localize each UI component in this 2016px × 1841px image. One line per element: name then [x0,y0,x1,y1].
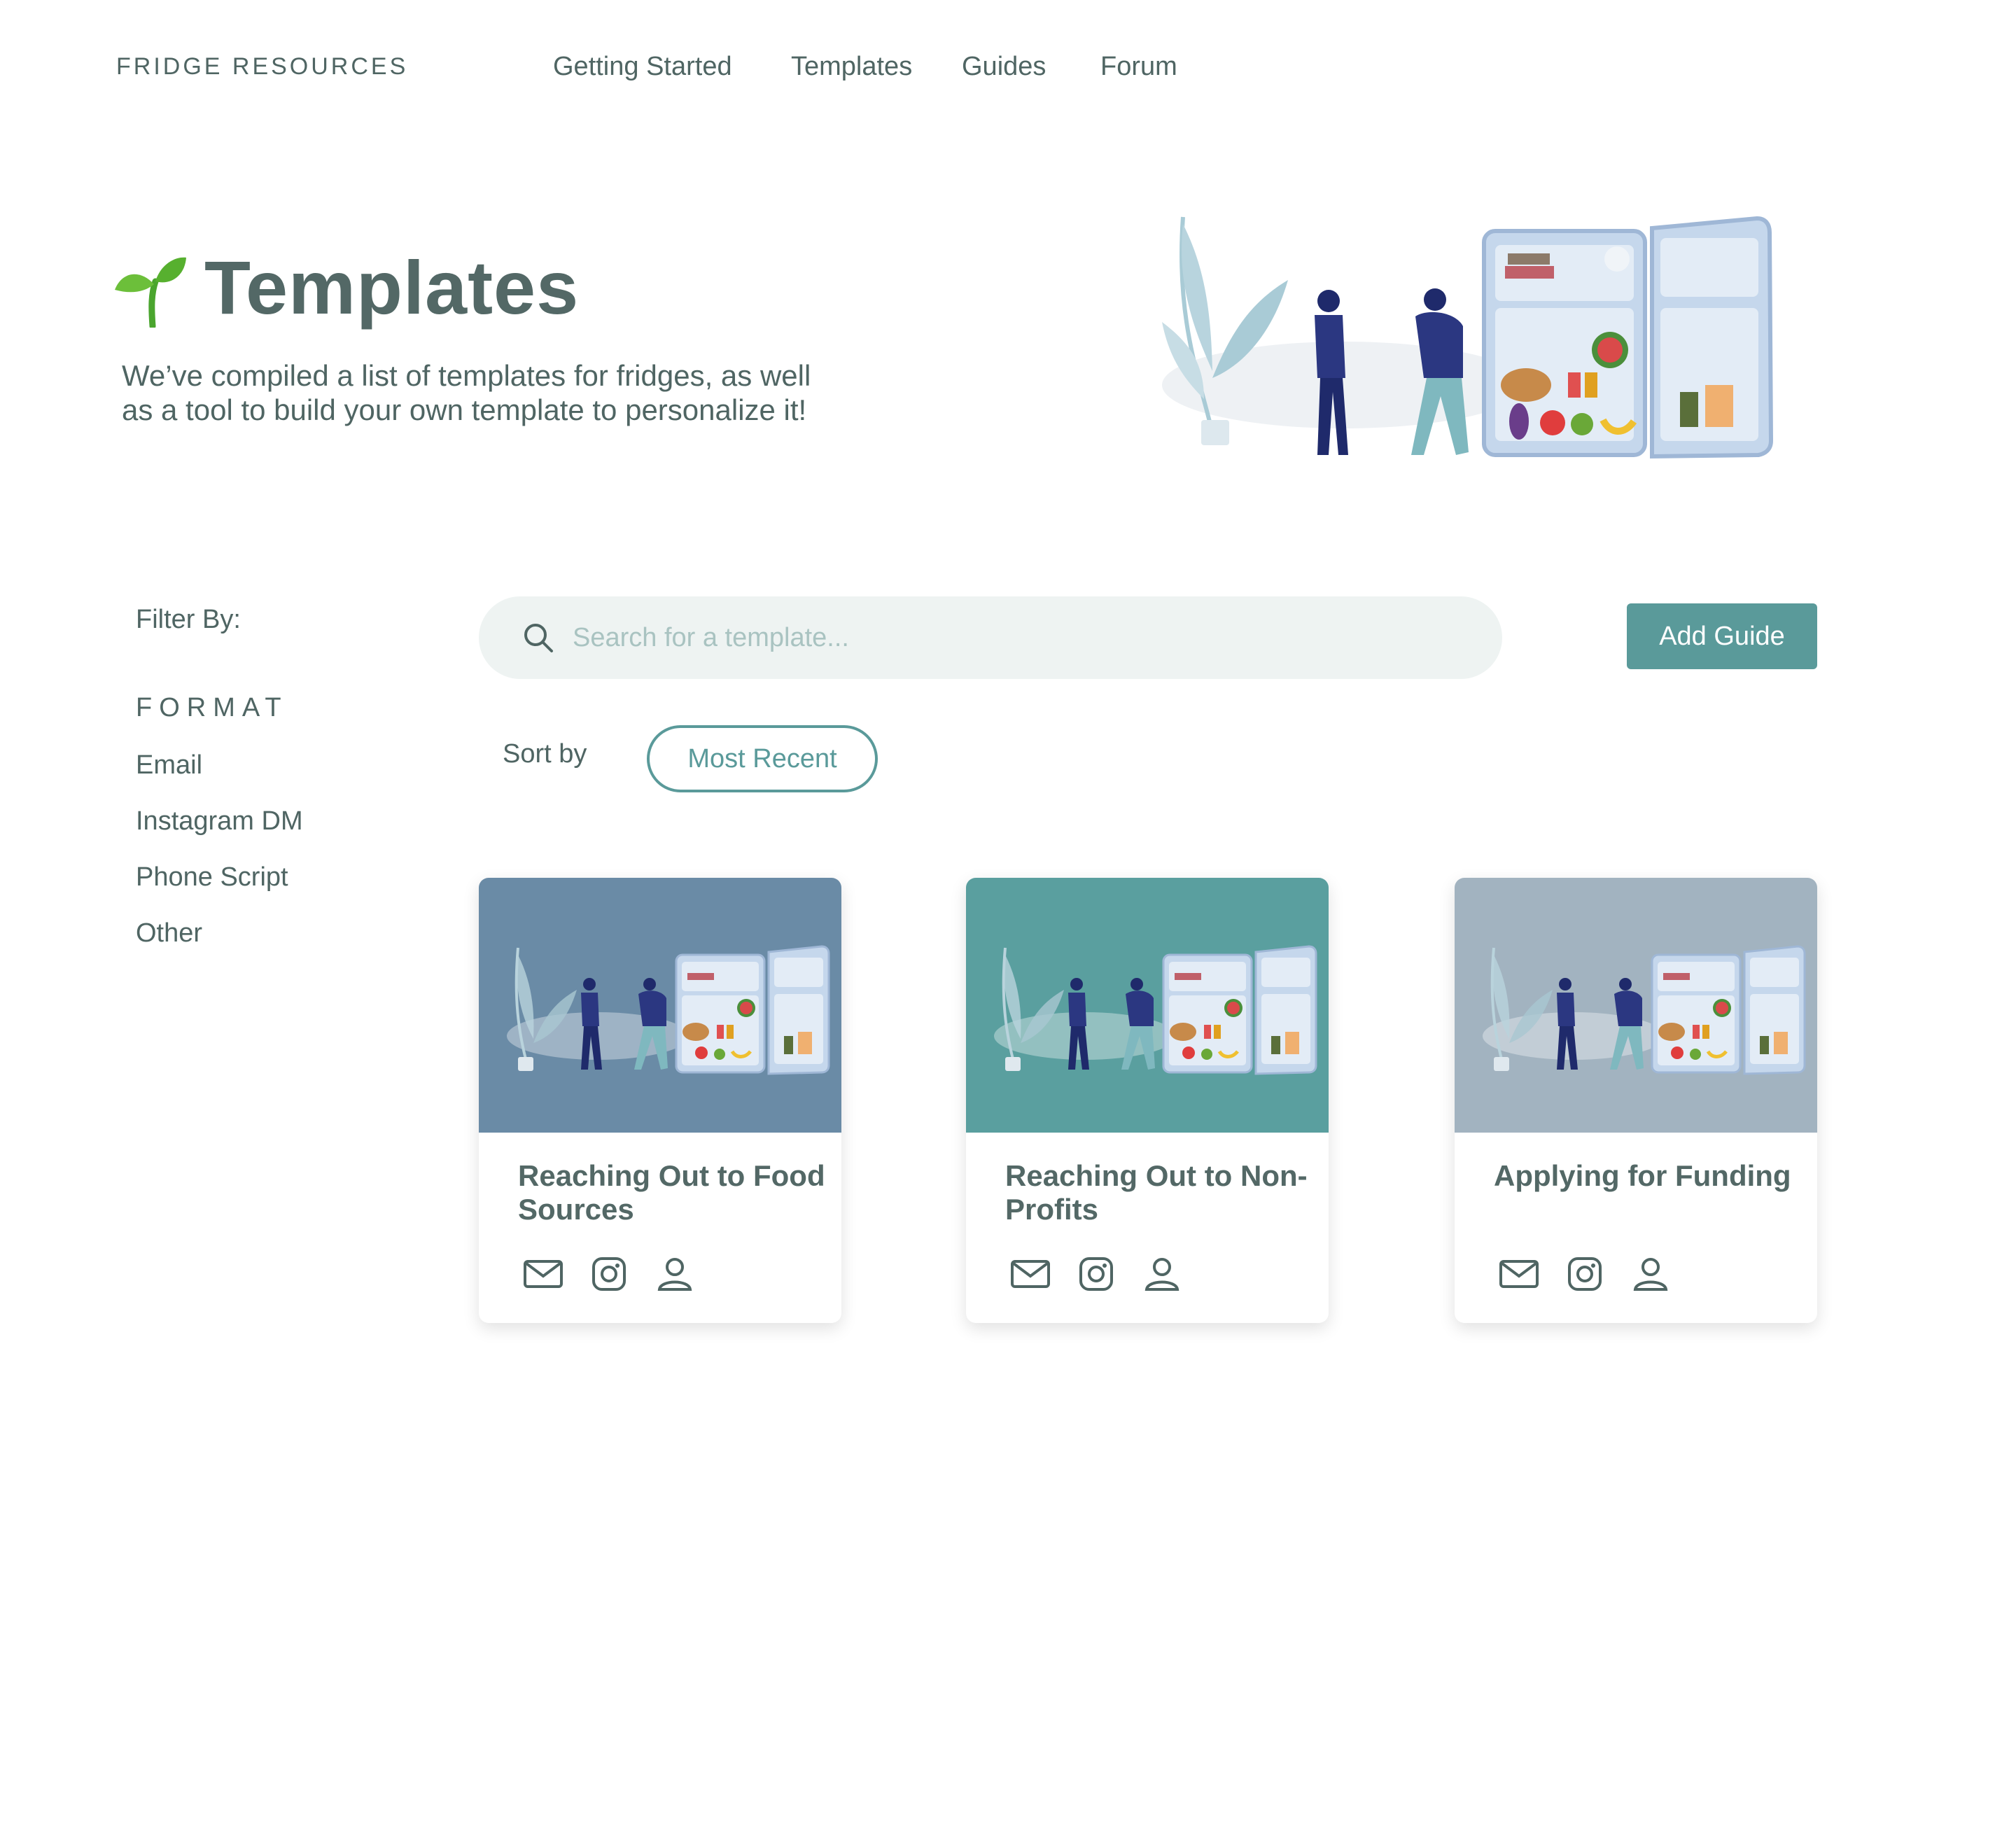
page-title: Templates [204,245,580,330]
filter-item-email[interactable]: Email [136,750,202,780]
person-icon [1141,1253,1183,1295]
template-card[interactable]: Reaching Out to Food Sources [479,878,841,1323]
mail-icon [1498,1253,1540,1295]
filter-item-phone-script[interactable]: Phone Script [136,862,288,892]
page-description: We’ve compiled a list of templates for f… [122,359,811,426]
filter-item-other[interactable]: Other [136,918,202,948]
sprout-icon [115,257,186,328]
template-card[interactable]: Applying for Funding [1455,878,1817,1323]
card-title: Applying for Funding [1494,1159,1791,1192]
instagram-icon [1564,1253,1606,1295]
nav-getting-started[interactable]: Getting Started [553,52,732,82]
nav-templates[interactable]: Templates [791,52,912,82]
person-icon [654,1253,696,1295]
card-thumbnail [479,878,841,1133]
card-thumbnail [966,878,1329,1133]
filter-item-instagram-dm[interactable]: Instagram DM [136,806,303,836]
sort-label: Sort by [503,739,587,769]
person-icon [1630,1253,1672,1295]
fridge-illustration [1162,216,1774,459]
instagram-icon [1075,1253,1117,1295]
mail-icon [1009,1253,1051,1295]
card-title: Reaching Out to Non-Profits [1005,1159,1308,1226]
card-thumbnail [1455,878,1817,1133]
add-guide-button[interactable]: Add Guide [1627,603,1817,669]
template-card[interactable]: Reaching Out to Non-Profits [966,878,1329,1323]
search-input[interactable] [573,616,1448,659]
search-bar [479,596,1502,679]
instagram-icon [588,1253,630,1295]
filter-heading: Filter By: [136,605,241,634]
search-icon [524,624,553,652]
sort-dropdown[interactable]: Most Recent [647,725,878,792]
filter-group-format: FORMAT [136,693,288,722]
nav-forum[interactable]: Forum [1100,52,1177,82]
nav-guides[interactable]: Guides [962,52,1046,82]
mail-icon [522,1253,564,1295]
card-title: Reaching Out to Food Sources [518,1159,825,1226]
brand-logo[interactable]: FRIDGE RESOURCES [116,53,408,80]
